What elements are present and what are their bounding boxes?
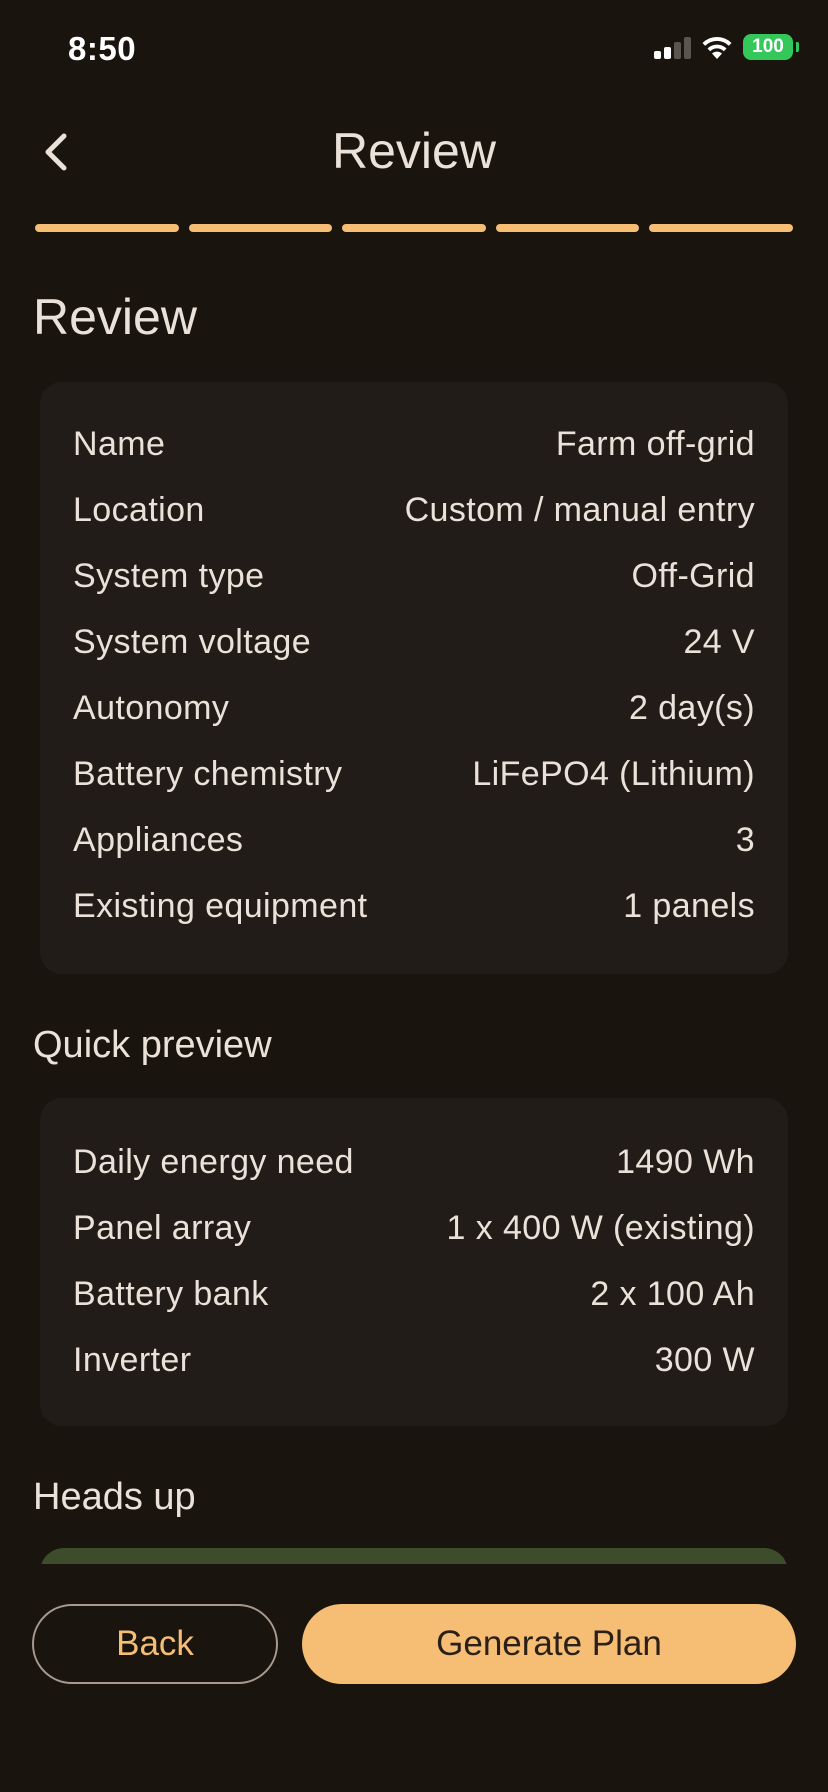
row-label: Panel array	[73, 1208, 252, 1247]
progress-step-2	[188, 224, 333, 232]
review-row-battery-chemistry: Battery chemistry LiFePO4 (Lithium)	[73, 741, 755, 807]
row-label: System type	[73, 556, 265, 595]
preview-row-daily-energy: Daily energy need 1490 Wh	[73, 1129, 755, 1195]
step-progress-bar	[35, 224, 793, 232]
review-row-location: Location Custom / manual entry	[73, 477, 755, 543]
row-label: Autonomy	[73, 688, 230, 727]
nav-title: Review	[332, 123, 496, 179]
row-value: LiFePO4 (Lithium)	[472, 754, 755, 793]
battery-icon: 100	[743, 34, 799, 60]
cellular-signal-icon	[654, 35, 691, 59]
review-summary-card: Name Farm off-grid Location Custom / man…	[40, 382, 788, 974]
nav-header: Review	[0, 100, 828, 210]
quick-preview-card: Daily energy need 1490 Wh Panel array 1 …	[40, 1098, 788, 1426]
row-value: 3	[735, 820, 755, 859]
row-label: Name	[73, 424, 166, 463]
row-value: 300 W	[654, 1340, 755, 1379]
progress-step-4	[495, 224, 640, 232]
row-label: Location	[73, 490, 205, 529]
review-row-appliances: Appliances 3	[73, 807, 755, 873]
row-value: 2 x 100 Ah	[590, 1274, 755, 1313]
wifi-icon	[702, 36, 732, 59]
row-label: Battery chemistry	[73, 754, 343, 793]
row-label: Existing equipment	[73, 886, 368, 925]
progress-step-1	[35, 224, 179, 232]
progress-step-5	[649, 224, 793, 232]
heads-up-heading: Heads up	[33, 1476, 196, 1518]
page-title: Review	[33, 289, 197, 345]
row-value: 2 day(s)	[628, 688, 755, 727]
review-row-name: Name Farm off-grid	[73, 411, 755, 477]
preview-row-battery-bank: Battery bank 2 x 100 Ah	[73, 1261, 755, 1327]
row-value: Farm off-grid	[555, 424, 755, 463]
footer-actions: Back Generate Plan	[0, 1564, 828, 1792]
back-button[interactable]: Back	[32, 1604, 278, 1684]
status-indicators: 100	[654, 34, 799, 60]
preview-row-inverter: Inverter 300 W	[73, 1327, 755, 1393]
row-value: Custom / manual entry	[404, 490, 755, 529]
row-label: Daily energy need	[73, 1142, 354, 1181]
progress-step-3	[342, 224, 486, 232]
row-value: 1 x 400 W (existing)	[446, 1208, 755, 1247]
preview-row-panel-array: Panel array 1 x 400 W (existing)	[73, 1195, 755, 1261]
row-label: Inverter	[73, 1340, 192, 1379]
row-value: Off-Grid	[631, 556, 755, 595]
status-bar: 8:50 100	[0, 0, 828, 100]
row-value: 24 V	[683, 622, 755, 661]
quick-preview-heading: Quick preview	[33, 1024, 272, 1066]
review-row-autonomy: Autonomy 2 day(s)	[73, 675, 755, 741]
row-label: System voltage	[73, 622, 312, 661]
status-time: 8:50	[68, 30, 137, 67]
row-value: 1490 Wh	[616, 1142, 755, 1181]
generate-plan-button[interactable]: Generate Plan	[302, 1604, 796, 1684]
row-label: Battery bank	[73, 1274, 269, 1313]
review-row-system-voltage: System voltage 24 V	[73, 609, 755, 675]
row-value: 1 panels	[623, 886, 755, 925]
row-label: Appliances	[73, 820, 244, 859]
review-row-system-type: System type Off-Grid	[73, 543, 755, 609]
review-row-existing-equipment: Existing equipment 1 panels	[73, 873, 755, 939]
